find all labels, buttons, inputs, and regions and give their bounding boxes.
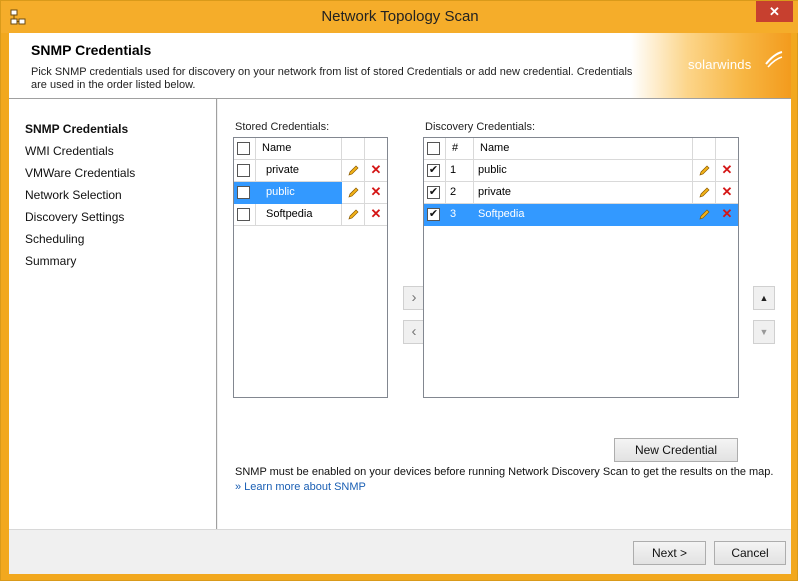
table-row[interactable]: ✔ 2 private ✕ [424, 182, 738, 204]
row-checkbox-checked[interactable]: ✔ [427, 208, 440, 221]
table-row[interactable]: public ✕ [234, 182, 387, 204]
row-checkbox[interactable] [237, 208, 250, 221]
credential-name: public [474, 160, 693, 182]
window-title: Network Topology Scan [321, 8, 479, 25]
table-row[interactable]: Softpedia ✕ [234, 204, 387, 226]
solarwinds-logo-icon [765, 51, 783, 68]
wizard-header: SNMP Credentials Pick SNMP credentials u… [9, 33, 791, 99]
table-row[interactable]: ✔ 1 public ✕ [424, 160, 738, 182]
row-checkbox-checked[interactable]: ✔ [427, 164, 440, 177]
step-network-selection[interactable]: Network Selection [25, 188, 122, 202]
dialog-client: SNMP Credentials Pick SNMP credentials u… [9, 33, 791, 574]
stored-credentials-label: Stored Credentials: [235, 121, 330, 133]
delete-icon[interactable]: ✕ [721, 163, 733, 176]
row-checkbox[interactable] [237, 164, 250, 177]
column-header-name[interactable]: Name [256, 138, 342, 160]
pencil-icon[interactable] [698, 187, 710, 199]
new-credential-button[interactable]: New Credential [614, 438, 738, 462]
credential-name: private [474, 182, 693, 204]
credential-order: 3 [446, 204, 474, 226]
credential-order: 2 [446, 182, 474, 204]
select-all-checkbox[interactable] [237, 142, 250, 155]
application-window: Network Topology Scan ✕ SNMP Credentials… [0, 0, 798, 581]
solarwinds-logo: solarwinds [688, 57, 752, 72]
grid-header: # Name [424, 138, 738, 160]
close-button[interactable]: ✕ [756, 1, 793, 22]
learn-more-link[interactable]: » Learn more about SNMP [235, 481, 366, 493]
next-button[interactable]: Next > [633, 541, 706, 565]
delete-icon[interactable]: ✕ [370, 207, 382, 220]
delete-icon[interactable]: ✕ [721, 185, 733, 198]
add-to-discovery-button[interactable]: › [403, 286, 425, 310]
snmp-note: SNMP must be enabled on your devices bef… [235, 466, 774, 478]
credential-name: public [256, 182, 342, 204]
discovery-credentials-grid[interactable]: # Name ✔ 1 public ✕ ✔ 2 private ✕ ✔ 3 So… [423, 137, 739, 398]
delete-icon[interactable]: ✕ [721, 207, 733, 220]
table-row[interactable]: private ✕ [234, 160, 387, 182]
page-title: SNMP Credentials [31, 42, 152, 58]
page-description: Pick SNMP credentials used for discovery… [31, 66, 633, 91]
step-wmi-credentials[interactable]: WMI Credentials [25, 144, 114, 158]
row-checkbox-checked[interactable]: ✔ [427, 186, 440, 199]
credential-name: Softpedia [474, 204, 693, 226]
remove-from-discovery-button[interactable]: ‹ [403, 320, 425, 344]
delete-icon[interactable]: ✕ [370, 163, 382, 176]
title-bar[interactable]: Network Topology Scan ✕ [1, 1, 798, 33]
table-row[interactable]: ✔ 3 Softpedia ✕ [424, 204, 738, 226]
step-vmware-credentials[interactable]: VMWare Credentials [25, 166, 135, 180]
move-up-button[interactable]: ▲ [753, 286, 775, 310]
step-scheduling[interactable]: Scheduling [25, 232, 84, 246]
grid-header: Name [234, 138, 387, 160]
credential-order: 1 [446, 160, 474, 182]
step-snmp-credentials[interactable]: SNMP Credentials [25, 122, 128, 136]
step-discovery-settings[interactable]: Discovery Settings [25, 210, 124, 224]
delete-icon[interactable]: ✕ [370, 185, 382, 198]
pencil-icon[interactable] [347, 209, 359, 221]
row-checkbox[interactable] [237, 186, 250, 199]
pencil-icon[interactable] [347, 165, 359, 177]
pencil-icon[interactable] [347, 187, 359, 199]
wizard-steps: SNMP Credentials WMI Credentials VMWare … [9, 99, 217, 529]
pencil-icon[interactable] [698, 165, 710, 177]
move-down-button[interactable]: ▼ [753, 320, 775, 344]
wizard-footer: Next > Cancel [9, 529, 791, 574]
credential-name: Softpedia [256, 204, 342, 226]
column-header-order[interactable]: # [446, 138, 474, 160]
pencil-icon[interactable] [698, 209, 710, 221]
cancel-button[interactable]: Cancel [714, 541, 786, 565]
column-header-name[interactable]: Name [474, 138, 693, 160]
select-all-checkbox[interactable] [427, 142, 440, 155]
stored-credentials-grid[interactable]: Name private ✕ public ✕ Softpedia ✕ [233, 137, 388, 398]
discovery-credentials-label: Discovery Credentials: [425, 121, 536, 133]
credential-name: private [256, 160, 342, 182]
main-panel: Stored Credentials: Name private ✕ publi… [218, 99, 791, 529]
step-summary[interactable]: Summary [25, 254, 76, 268]
